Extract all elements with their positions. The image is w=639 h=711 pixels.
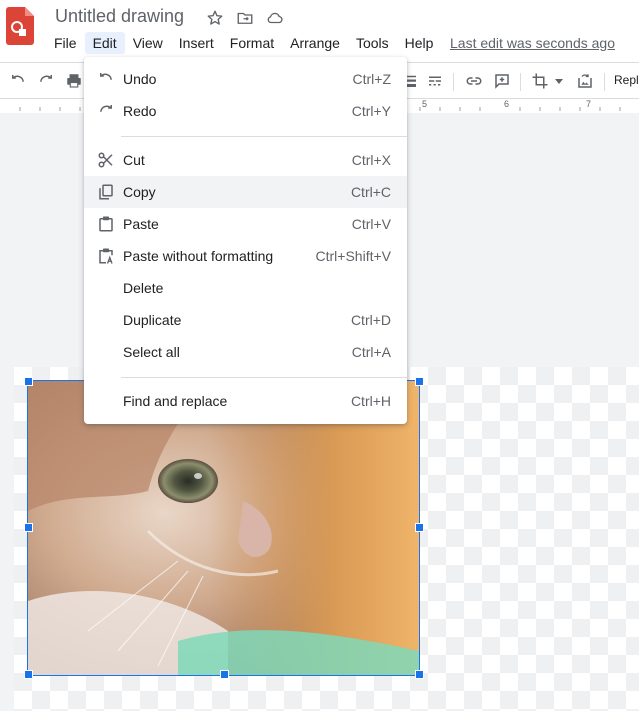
resize-handle[interactable] [24,523,33,532]
resize-handle[interactable] [415,523,424,532]
menu-item-label: Paste [123,216,159,232]
scissors-icon [96,150,116,170]
cloud-saved-icon[interactable] [265,8,285,28]
ruler-label: 6 [504,99,510,109]
comment-icon[interactable] [492,71,512,91]
menu-item-undo[interactable]: Undo Ctrl+Z [84,63,407,95]
star-icon[interactable] [205,8,225,28]
menu-item-shortcut: Ctrl+A [351,344,391,360]
menu-insert[interactable]: Insert [171,32,222,54]
resize-handle[interactable] [24,670,33,679]
menu-item-label: Delete [123,280,164,296]
menu-item-shortcut: Ctrl+Shift+V [315,248,391,264]
toolbar-divider [520,73,521,91]
resize-handle[interactable] [24,377,33,386]
menu-item-select-all[interactable]: Select all Ctrl+A [84,336,407,368]
resize-handle[interactable] [415,377,424,386]
link-icon[interactable] [464,71,484,91]
menu-item-label: Find and replace [123,393,228,409]
redo-icon [96,101,116,121]
undo-icon[interactable] [8,71,28,91]
menu-item-label: Redo [123,103,157,119]
copy-icon [96,182,116,202]
menu-help[interactable]: Help [397,32,442,54]
toolbar-divider [453,73,454,91]
replace-image-icon[interactable] [575,71,595,91]
menu-item-copy[interactable]: Copy Ctrl+C [84,176,407,208]
menu-divider [121,136,407,137]
toolbar-divider [604,73,605,91]
menu-edit[interactable]: Edit [84,32,125,54]
menu-item-shortcut: Ctrl+V [351,216,391,232]
crop-dropdown-icon[interactable] [552,71,566,91]
menu-item-label: Copy [123,184,156,200]
menu-item-shortcut: Ctrl+C [350,184,391,200]
ruler-label: 7 [586,99,592,109]
paste-plain-icon [96,246,116,266]
menu-tools[interactable]: Tools [348,32,397,54]
replace-image-button[interactable]: Repl [614,73,639,87]
resize-handle[interactable] [415,670,424,679]
menu-format[interactable]: Format [222,32,282,54]
menu-file[interactable]: File [46,32,85,54]
drawings-app-logo[interactable] [6,7,34,45]
clipboard-icon [96,214,116,234]
redo-icon[interactable] [36,71,56,91]
menu-item-label: Undo [123,71,157,87]
menu-item-shortcut: Ctrl+Z [352,71,392,87]
menu-item-label: Select all [123,344,180,360]
menu-item-shortcut: Ctrl+X [351,152,391,168]
move-to-folder-icon[interactable] [235,8,255,28]
menu-item-duplicate[interactable]: Duplicate Ctrl+D [84,304,407,336]
menu-item-label: Duplicate [123,312,182,328]
menu-item-cut[interactable]: Cut Ctrl+X [84,144,407,176]
menubar: File Edit View Insert Format Arrange Too… [46,31,441,55]
print-icon[interactable] [64,71,84,91]
menu-item-delete[interactable]: Delete [84,272,407,304]
document-title[interactable]: Untitled drawing [55,6,184,27]
undo-icon [96,69,116,89]
menu-arrange[interactable]: Arrange [282,32,348,54]
menu-item-shortcut: Ctrl+H [350,393,391,409]
edit-menu-dropdown: Undo Ctrl+Z Redo Ctrl+Y Cut Ctrl+X Copy … [84,57,407,424]
menu-divider [121,377,407,378]
crop-icon[interactable] [530,71,550,91]
menu-item-paste[interactable]: Paste Ctrl+V [84,208,407,240]
menu-view[interactable]: View [125,32,171,54]
cat-photo-image[interactable] [27,380,420,676]
menu-item-label: Cut [123,152,145,168]
menu-item-redo[interactable]: Redo Ctrl+Y [84,95,407,127]
menu-item-shortcut: Ctrl+Y [351,103,391,119]
menu-item-shortcut: Ctrl+D [350,312,391,328]
menu-item-find-and-replace[interactable]: Find and replace Ctrl+H [84,385,407,417]
last-edit-link[interactable]: Last edit was seconds ago [450,35,615,51]
resize-handle[interactable] [220,670,229,679]
line-dash-icon[interactable] [425,71,445,91]
menu-item-paste-without-formatting[interactable]: Paste without formatting Ctrl+Shift+V [84,240,407,272]
ruler-label: 5 [422,99,428,109]
menu-item-label: Paste without formatting [123,248,274,264]
